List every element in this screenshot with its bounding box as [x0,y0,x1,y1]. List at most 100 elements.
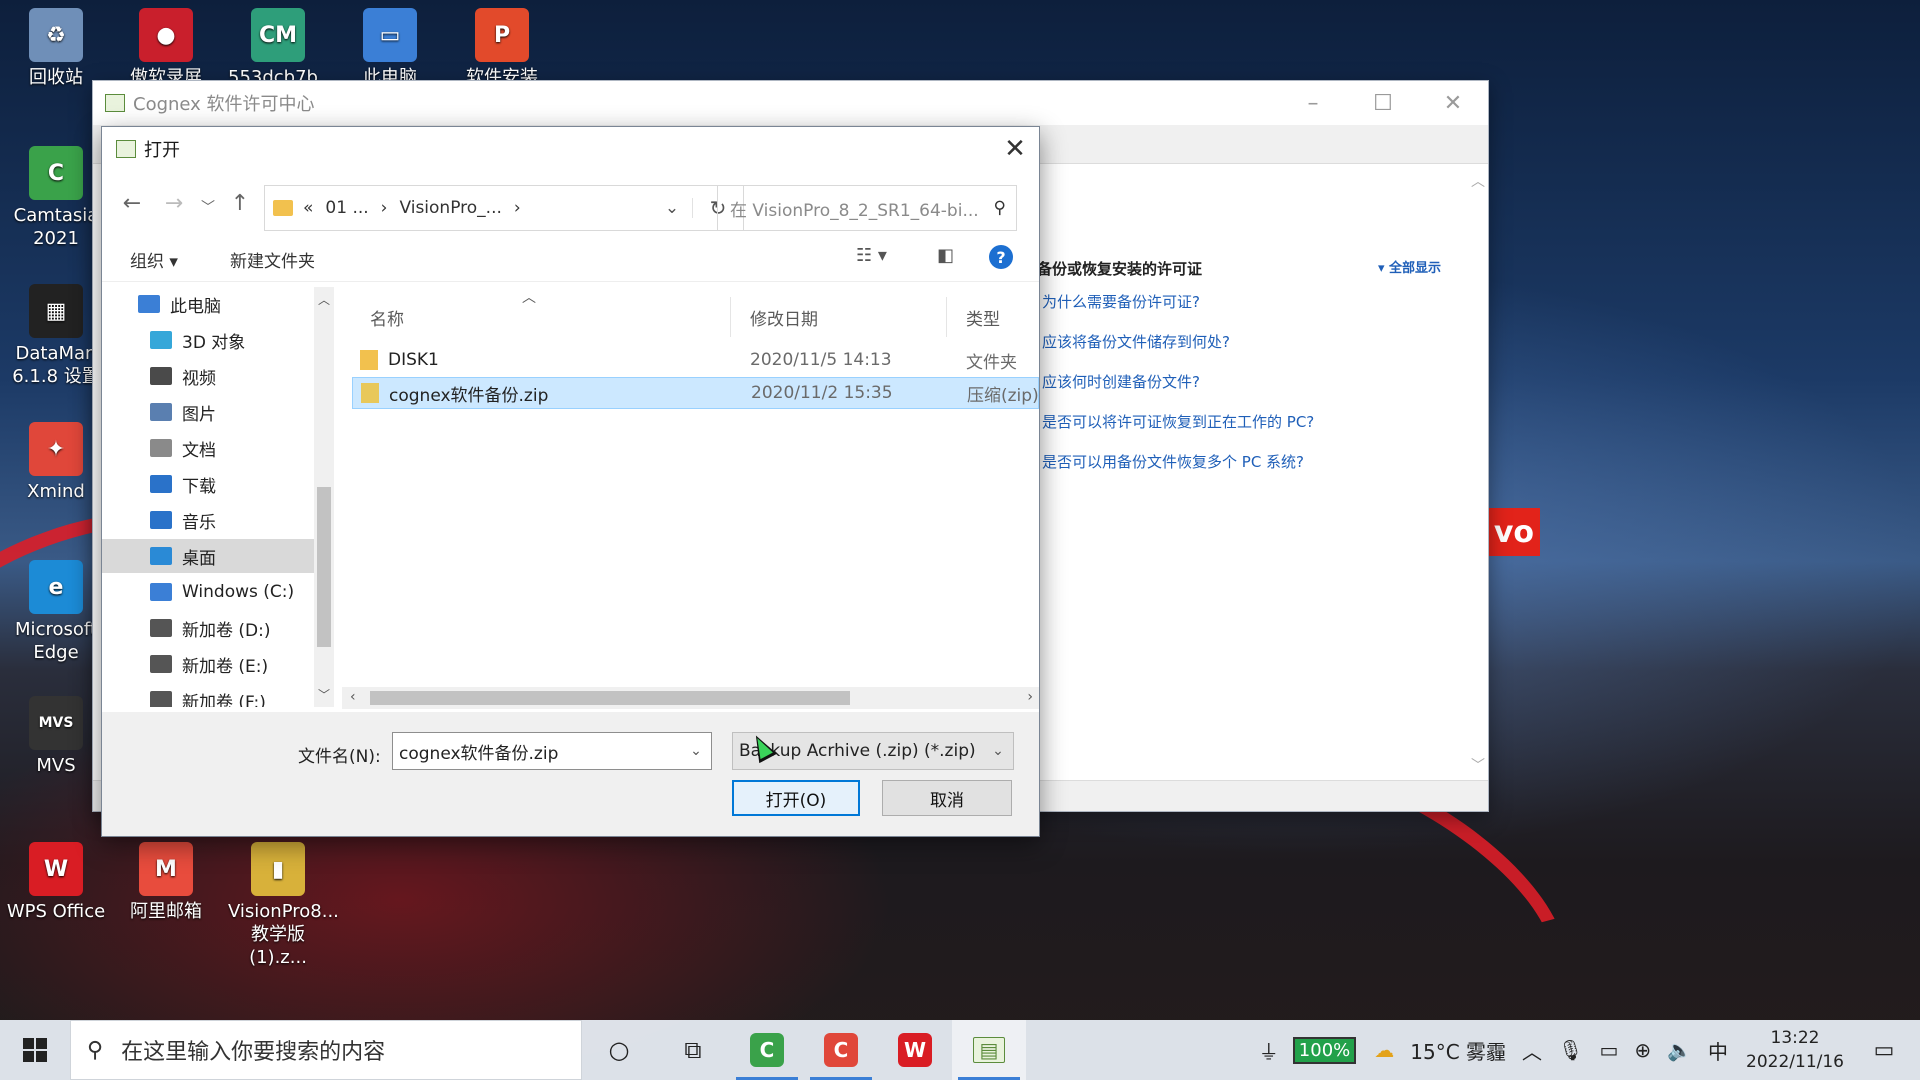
taskbar-search-box[interactable]: ⚲ 在这里输入你要搜索的内容 [70,1020,582,1080]
battery-icon[interactable]: ▭ [1599,1038,1618,1062]
battery-indicator[interactable]: 100% [1292,1036,1357,1064]
forward-arrow-icon[interactable]: → [160,191,188,216]
weather-text[interactable]: 15°C 雾霾 [1410,1036,1506,1065]
new-folder-button[interactable]: 新建文件夹 [230,247,315,272]
help-link[interactable]: ?是否可以用备份文件恢复多个 PC 系统? [1015,451,1304,472]
tree-item[interactable]: 此电脑 [138,287,221,321]
bg-window-scrollbar[interactable]: ︿ ﹀ [1466,163,1488,783]
organize-menu[interactable]: 组织 ▾ [130,247,178,272]
help-link[interactable]: ?为什么需要备份许可证? [1015,291,1200,312]
up-arrow-icon[interactable]: ↑ [226,191,254,216]
scroll-left-icon[interactable]: ‹ [350,689,356,705]
filename-input[interactable]: cognex软件备份.zip ⌄ [392,732,712,770]
recent-locations-chevron-icon[interactable]: ﹀ [194,197,222,217]
taskbar-app-camtasia[interactable]: C [730,1020,804,1080]
cortana-icon[interactable]: ○ [582,1020,656,1080]
file-row[interactable]: cognex软件备份.zip 2020/11/2 15:35 压缩(zip) [352,377,1039,409]
search-box[interactable]: 在 VisionPro_8_2_SR1_64-bi... ⚲ [717,185,1017,231]
notification-center-icon[interactable]: ▭ [1864,1038,1904,1063]
close-button[interactable]: ✕ [1418,81,1488,125]
help-link-text[interactable]: 应该将备份文件储存到何处? [1042,331,1230,352]
column-header-type[interactable]: 类型 [966,305,1000,330]
tree-item[interactable]: Windows (C:) [150,575,294,609]
chevron-down-icon[interactable]: ⌄ [681,743,711,759]
scroll-up-icon[interactable]: ︿ [314,291,334,308]
ime-indicator[interactable]: 中 [1708,1036,1728,1065]
desktop-icon[interactable]: C Camtasia 2021 [6,146,106,250]
tree-item[interactable]: 新加卷 (D:) [150,611,271,645]
desktop-icon[interactable]: e Microsoft Edge [6,560,106,664]
minimize-button[interactable]: – [1278,81,1348,125]
desktop-icon[interactable]: ● 傲软录屏 [116,8,216,89]
cancel-button[interactable]: 取消 [882,780,1012,816]
power-plug-icon[interactable]: ⏚ [1259,1036,1279,1065]
help-link-text[interactable]: 为什么需要备份许可证? [1042,291,1200,312]
taskbar-app-wps[interactable]: W [878,1020,952,1080]
breadcrumb-segment[interactable]: VisionPro_... [399,198,501,218]
desktop-icon[interactable]: ♻ 回收站 [6,8,106,89]
task-view-icon[interactable]: ⧉ [656,1020,730,1080]
scroll-up-icon[interactable]: ︿ [1471,171,1485,191]
scroll-thumb[interactable] [317,487,331,647]
desktop-icon[interactable]: ✦ Xmind [6,422,106,503]
weather-icon[interactable]: ☁ [1374,1038,1394,1062]
file-list-hscrollbar[interactable]: ‹ › [342,687,1039,709]
camtasia-icon: C [750,1033,784,1067]
tree-item[interactable]: 3D 对象 [150,323,245,357]
file-row[interactable]: DISK1 2020/11/5 14:13 文件夹 [352,344,1039,376]
tree-item[interactable]: 图片 [150,395,216,429]
view-options-icon[interactable]: ☷ ▾ [856,245,887,266]
scroll-down-icon[interactable]: ﹀ [314,686,334,703]
desktop-icon[interactable]: ▦ DataMan 6.1.8 设置 [6,284,106,388]
column-header-name[interactable]: 名称 [370,305,404,330]
tree-item[interactable]: 新加卷 (E:) [150,647,268,681]
open-button[interactable]: 打开(O) [732,780,860,816]
address-bar[interactable]: « 01 ... › VisionPro_... › ⌄ ↻ [264,185,744,231]
column-header-date[interactable]: 修改日期 [750,305,818,330]
tree-item[interactable]: 下载 [150,467,216,501]
maximize-button[interactable]: ☐ [1348,81,1418,125]
help-link[interactable]: ?应该将备份文件储存到何处? [1015,331,1230,352]
dialog-close-button[interactable]: ✕ [991,127,1039,171]
tree-item[interactable]: 音乐 [150,503,216,537]
help-link[interactable]: ?应该何时创建备份文件? [1015,371,1200,392]
tree-item[interactable]: 桌面 [102,539,334,573]
desktop-icon[interactable]: M 阿里邮箱 [116,842,216,923]
volume-muted-icon[interactable]: 🔈 [1667,1038,1692,1062]
desktop-icon[interactable]: ▮ VisionPro8... 教学版 (1).z... [228,842,339,969]
desktop-icon[interactable]: MVS MVS [6,696,106,777]
chevron-down-icon[interactable]: ⌄ [983,743,1013,759]
help-icon[interactable]: ? [989,245,1013,269]
help-link-text[interactable]: 是否可以用备份文件恢复多个 PC 系统? [1042,451,1304,472]
tree-scrollbar[interactable]: ︿ ﹀ [314,287,334,707]
network-icon[interactable]: ⊕ [1634,1038,1651,1062]
start-button[interactable] [0,1020,70,1080]
tree-item[interactable]: 新加卷 (F:) [150,683,266,707]
desktop-icon[interactable]: P 软件安装 [452,8,552,89]
tree-item[interactable]: 文档 [150,431,216,465]
show-all-link[interactable]: ▾ 全部显示 [1378,257,1441,276]
clock[interactable]: 13:22 2022/11/16 [1746,1026,1844,1074]
tree-item[interactable]: 视频 [150,359,216,393]
desktop-app-icon: ✦ [29,422,83,476]
breadcrumb-segment[interactable]: 01 ... [325,198,368,218]
address-dropdown-icon[interactable]: ⌄ [652,198,693,218]
help-link[interactable]: ?是否可以将许可证恢复到正在工作的 PC? [1015,411,1314,432]
scroll-right-icon[interactable]: › [1027,689,1033,705]
desktop-icon[interactable]: W WPS Office [6,842,106,923]
help-link-text[interactable]: 应该何时创建备份文件? [1042,371,1200,392]
microphone-icon[interactable]: 🎙 [1558,1038,1583,1062]
chevron-up-icon[interactable]: ︿ [1522,1036,1542,1065]
scroll-down-icon[interactable]: ﹀ [1471,755,1485,775]
scroll-thumb[interactable] [370,691,850,705]
taskbar-app-license-center[interactable]: ▤ [952,1020,1026,1080]
address-overflow[interactable]: « [303,198,313,218]
app-icon [116,140,136,158]
filename-value[interactable]: cognex软件备份.zip [399,739,558,764]
desktop-icon[interactable]: CM 553dcb7b... [228,8,335,89]
back-arrow-icon[interactable]: ← [118,191,146,216]
help-link-text[interactable]: 是否可以将许可证恢复到正在工作的 PC? [1042,411,1314,432]
preview-pane-icon[interactable]: ◧ [937,245,954,266]
desktop-icon[interactable]: ▭ 此电脑 [340,8,440,89]
taskbar-app-camtasia-recorder[interactable]: C [804,1020,878,1080]
